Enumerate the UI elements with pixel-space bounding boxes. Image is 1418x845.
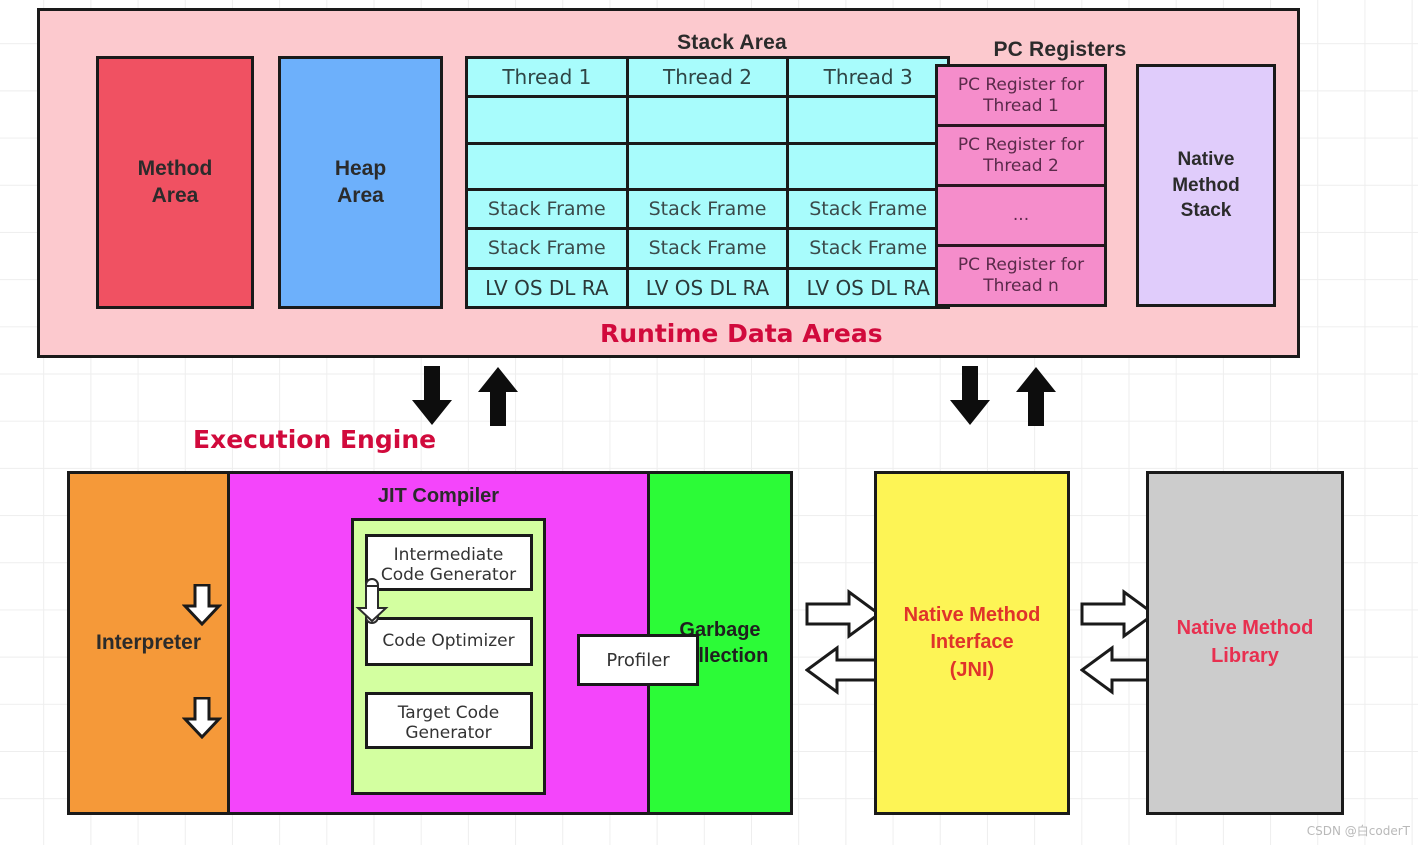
pc-register-ellipsis-cell: ... (938, 187, 1104, 247)
intermediate-code-generator-box: Intermediate Code Generator (364, 534, 533, 591)
stack-area-caption: Stack Area (677, 31, 787, 54)
interpreter-label: Interpreter (95, 631, 202, 654)
thread-column-1: Thread 1 Stack Frame Stack Frame LV OS D… (468, 59, 629, 307)
jit-flow-arrow-down-icon (182, 584, 222, 626)
pc-register-cell: PC Register for Thread 1 (938, 67, 1104, 127)
stack-area-table: Thread 1 Stack Frame Stack Frame LV OS D… (465, 56, 950, 309)
profiler-box: Profiler (577, 634, 699, 686)
watermark-text: CSDN @白coderT (1306, 824, 1410, 838)
thread-column-2: Thread 2 Stack Frame Stack Frame LV OS D… (628, 59, 790, 307)
runtime-data-areas-panel: Stack Area PC Registers Method Area Heap… (37, 8, 1300, 358)
stack-frame-cell: Stack Frame (628, 190, 787, 231)
jni-exchange-arrows-left (805, 589, 881, 695)
thread-column-3: Thread 3 Stack Frame Stack Frame LV OS D… (789, 59, 948, 307)
jvm-architecture-diagram: Stack Area PC Registers Method Area Heap… (0, 0, 1418, 845)
target-code-generator-box: Target Code Generator (364, 692, 533, 749)
execution-engine-panel: Interpreter JIT Compiler Intermediate Co… (67, 471, 793, 815)
pc-registers-caption: PC Registers (993, 38, 1127, 61)
arrow-down-icon (950, 366, 990, 425)
thread-header: Thread 1 (468, 59, 626, 99)
heap-area-box: Heap Area (278, 56, 443, 309)
stack-frame-parts-cell: LV OS DL RA (628, 269, 787, 307)
native-method-library-box: Native Method Library (1146, 471, 1344, 815)
pc-register-cell: PC Register for Thread 2 (938, 127, 1104, 187)
arrow-up-icon (1016, 367, 1056, 426)
stack-frame-parts-cell: LV OS DL RA (789, 269, 948, 307)
thread-header: Thread 3 (789, 59, 948, 99)
jit-compiler-box: JIT Compiler Intermediate Code Generator… (230, 474, 699, 812)
stack-cell-empty (789, 98, 948, 145)
runtime-data-areas-label: Runtime Data Areas (600, 319, 883, 348)
stack-frame-cell: Stack Frame (789, 230, 948, 270)
native-method-interface-box: Native Method Interface (JNI) (874, 471, 1070, 815)
stack-frame-parts-cell: LV OS DL RA (468, 269, 626, 307)
code-optimizer-box: Code Optimizer (364, 617, 533, 666)
thread-header: Thread 2 (628, 59, 787, 99)
interpreter-box: Interpreter (70, 474, 230, 812)
pc-registers-table: PC Register for Thread 1 PC Register for… (935, 64, 1107, 307)
arrow-pair-left (410, 366, 520, 426)
stack-cell-empty (789, 144, 948, 191)
stack-frame-cell: Stack Frame (789, 190, 948, 231)
method-area-box: Method Area (96, 56, 254, 309)
method-area-label: Method Area (137, 156, 213, 207)
execution-engine-label: Execution Engine (193, 425, 437, 454)
stack-cell-empty (468, 98, 626, 145)
jni-exchange-arrows-right (1080, 589, 1156, 695)
arrow-up-icon (478, 367, 518, 426)
jit-compiler-caption: JIT Compiler (377, 485, 500, 507)
heap-area-label: Heap Area (334, 156, 387, 207)
stack-cell-empty (468, 144, 626, 191)
stack-frame-cell: Stack Frame (468, 190, 626, 231)
pc-register-cell: PC Register for Thread n (938, 247, 1104, 304)
stack-cell-empty (628, 98, 787, 145)
arrow-pair-right (948, 366, 1058, 426)
native-method-stack-label: Native Method Stack (1172, 149, 1240, 222)
jit-flow-arrow-down-icon (182, 697, 222, 739)
native-method-interface-label: Native Method Interface (JNI) (903, 603, 1041, 681)
stack-frame-cell: Stack Frame (468, 230, 626, 270)
stack-cell-empty (628, 144, 787, 191)
arrow-down-icon (412, 366, 452, 425)
native-method-stack-box: Native Method Stack (1136, 64, 1276, 307)
stack-frame-cell: Stack Frame (628, 230, 787, 270)
jit-pipeline-group: Intermediate Code Generator Code Optimiz… (351, 518, 546, 795)
native-method-library-label: Native Method Library (1176, 617, 1314, 667)
